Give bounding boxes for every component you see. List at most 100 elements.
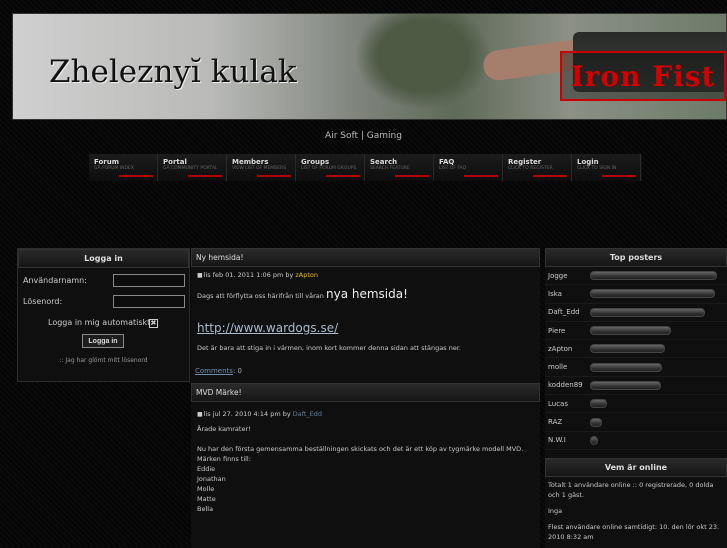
top-poster-bar — [590, 289, 715, 299]
nav-item-underline — [257, 175, 291, 177]
nav-item-title: Portal — [163, 158, 187, 166]
top-poster-row: N.W.I — [545, 432, 727, 450]
nav-item-title: Login — [577, 158, 599, 166]
post-title[interactable]: Ny hemsida! — [191, 248, 540, 267]
top-poster-row: kodden89 — [545, 377, 727, 396]
top-poster-bar — [590, 362, 662, 372]
post-line: Molle — [197, 485, 215, 493]
login-panel: Logga in Användarnamn: Lösenord: Logga i… — [17, 248, 190, 382]
nav-item-underline — [602, 175, 636, 177]
top-poster-name[interactable]: Daft_Edd — [545, 308, 588, 316]
top-poster-row: zApton — [545, 340, 727, 359]
top-poster-name[interactable]: Piere — [545, 327, 588, 335]
top-poster-row: Daft_Edd — [545, 304, 727, 322]
comments-count: : 0 — [232, 367, 242, 375]
post-line: Eddie — [197, 465, 216, 473]
post-comments: Comments: 0 — [191, 367, 540, 375]
post-link[interactable]: http://www.wardogs.se/ — [197, 321, 338, 335]
nav-item-subtitle: CLICK TO REGISTER — [508, 166, 553, 171]
nav-item-faq[interactable]: FAQ LIST OF FAQ — [434, 154, 503, 181]
nav-item-subtitle: GÅ COMMUNITY PORTAL — [163, 166, 218, 171]
site-title: Zheleznyĭ kulak — [49, 54, 297, 90]
main-navigation: Forum GÅ FORUM INDEX Portal GÅ COMMUNITY PO… — [89, 154, 642, 181]
nav-item-subtitle: CLICK TO SIGN IN — [577, 166, 617, 171]
post-line: Märken finns till: — [197, 455, 251, 463]
password-input[interactable] — [113, 295, 185, 308]
remember-label: Logga in mig automatiskt: — [48, 318, 153, 327]
top-poster-name[interactable]: Iska — [545, 290, 588, 298]
top-poster-name[interactable]: zApton — [545, 345, 588, 353]
top-poster-row: Piere — [545, 322, 727, 341]
post-text-2: Det är bara att stiga in i värmen, inom … — [197, 344, 461, 352]
post-meta-2: ■ lis jul 27. 2010 4:14 pm by Daft_Edd — [191, 408, 540, 420]
nav-item-groups[interactable]: Groups LIST OF FORUM GROUPS — [296, 154, 365, 181]
right-sidebar: Top posters Jogge Iska Daft_Edd Piere zApton… — [545, 248, 727, 548]
post-author-2[interactable]: Daft_Edd — [293, 410, 322, 418]
post-line: Bella — [197, 505, 214, 513]
top-poster-name[interactable]: molle — [545, 363, 588, 371]
post-line: Matte — [197, 495, 216, 503]
post-highlight: nya hemsida! — [325, 287, 408, 301]
nav-item-search[interactable]: Search SEARCH FEATURE — [365, 154, 434, 181]
nav-item-title: Forum — [94, 158, 120, 166]
top-poster-row: Iska — [545, 285, 727, 304]
login-button[interactable]: Logga in — [82, 334, 124, 348]
top-poster-bar — [590, 399, 607, 409]
post-line: Nu har den första gemensamma beställning… — [197, 445, 524, 453]
post-icon-2: ■ — [197, 410, 203, 418]
nav-item-subtitle: LIST OF FAQ — [439, 166, 467, 171]
top-poster-row: Lucas — [545, 395, 727, 414]
post-date-2: lis jul 27. 2010 4:14 pm by — [203, 410, 291, 418]
nav-item-title: Search — [370, 158, 398, 166]
post-author[interactable]: zApton — [295, 271, 318, 279]
nav-item-underline — [119, 175, 153, 177]
nav-item-subtitle: SEARCH FEATURE — [370, 166, 410, 171]
top-poster-bar — [590, 307, 705, 317]
online-summary: Totalt 1 användare online :: 0 registrer… — [548, 480, 714, 499]
nav-item-login[interactable]: Login CLICK TO SIGN IN — [572, 154, 641, 181]
top-poster-name[interactable]: Lucas — [545, 400, 588, 408]
forgot-password-link[interactable]: :: Jag har glömt mitt lösenord — [18, 357, 189, 364]
nav-item-title: Members — [232, 158, 269, 166]
nav-item-register[interactable]: Register CLICK TO REGISTER — [503, 154, 572, 181]
top-poster-row: Jogge — [545, 267, 727, 286]
brand-logo: Iron Fist — [560, 51, 726, 101]
nav-item-portal[interactable]: Portal GÅ COMMUNITY PORTAL — [158, 154, 227, 181]
top-poster-name[interactable]: kodden89 — [545, 381, 588, 389]
top-poster-name[interactable]: Jogge — [545, 272, 588, 280]
top-poster-bar — [590, 344, 665, 354]
post-title-2[interactable]: MVD Märke! — [191, 383, 540, 402]
online-users: Inga — [548, 506, 563, 515]
comments-link[interactable]: Comments — [195, 367, 233, 375]
top-poster-row: RAZ — [545, 413, 727, 432]
nav-item-title: Register — [508, 158, 542, 166]
nav-item-forum[interactable]: Forum GÅ FORUM INDEX — [89, 154, 158, 181]
remember-checkbox[interactable]: ✖ — [149, 319, 158, 328]
online-heading: Vem är online — [545, 457, 727, 477]
top-posters-heading: Top posters — [545, 248, 727, 267]
top-poster-bar — [590, 271, 717, 281]
username-label: Användarnamn: — [23, 276, 87, 285]
top-poster-bar — [590, 326, 671, 336]
post-icon: ■ — [197, 271, 203, 279]
brand-logo-text: Iron Fist — [570, 59, 716, 93]
top-poster-name[interactable]: N.W.I — [545, 436, 588, 444]
banner-soldier-image — [343, 14, 503, 119]
nav-item-subtitle: VIEW LIST OF MEMBERS — [232, 166, 287, 171]
password-label: Lösenord: — [23, 297, 63, 306]
post-body-2: Årade kamrater! Nu har den första gemensa… — [191, 420, 540, 518]
nav-item-subtitle: GÅ FORUM INDEX — [94, 166, 134, 171]
nav-item-title: Groups — [301, 158, 330, 166]
username-input[interactable] — [113, 274, 185, 287]
nav-item-underline — [395, 175, 429, 177]
top-poster-name[interactable]: RAZ — [545, 418, 588, 426]
top-posters-list: Jogge Iska Daft_Edd Piere zApton molle kodden8… — [545, 267, 727, 450]
nav-item-members[interactable]: Members VIEW LIST OF MEMBERS — [227, 154, 296, 181]
site-tagline: Air Soft | Gaming — [325, 131, 402, 141]
nav-item-title: FAQ — [439, 158, 455, 166]
post-line — [197, 434, 534, 444]
post-date: lis feb 01. 2011 1:06 pm by — [203, 271, 294, 279]
login-heading: Logga in — [18, 249, 189, 268]
top-poster-bar — [590, 417, 602, 427]
post-body: Dags att förflytta oss härifrån till vår… — [191, 281, 540, 357]
